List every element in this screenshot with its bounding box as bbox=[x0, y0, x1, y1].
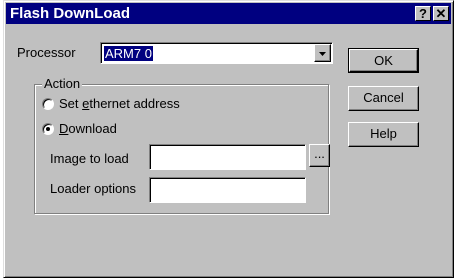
set-ethernet-label[interactable]: Set ethernet address bbox=[59, 96, 180, 111]
browse-button[interactable]: ... bbox=[309, 144, 330, 167]
processor-selected-value: ARM7 0 bbox=[104, 46, 153, 61]
loader-options-input[interactable] bbox=[149, 177, 306, 203]
download-suffix: ownload bbox=[68, 121, 117, 136]
ok-button-frame[interactable]: OK bbox=[348, 48, 419, 73]
image-to-load-input[interactable] bbox=[149, 144, 306, 170]
set-ethernet-suffix: thernet address bbox=[89, 96, 180, 111]
help-button[interactable]: Help bbox=[348, 122, 419, 147]
ok-button[interactable]: OK bbox=[349, 49, 418, 72]
loader-options-label: Loader options bbox=[50, 181, 137, 196]
set-ethernet-prefix: Set bbox=[59, 96, 83, 111]
flash-download-dialog: Flash DownLoad ? ✕ Processor ARM7 0 Acti… bbox=[3, 0, 454, 278]
action-group-title: Action bbox=[42, 76, 83, 91]
processor-dropdown-button[interactable] bbox=[314, 44, 331, 62]
title-bar[interactable]: Flash DownLoad ? ✕ bbox=[6, 3, 451, 24]
cancel-button[interactable]: Cancel bbox=[348, 86, 419, 111]
processor-label: Processor bbox=[17, 45, 76, 60]
download-radio-dot bbox=[46, 127, 50, 131]
download-label[interactable]: Download bbox=[59, 121, 117, 136]
dropdown-arrow-icon bbox=[319, 52, 326, 56]
window-title: Flash DownLoad bbox=[10, 5, 130, 22]
help-title-button[interactable]: ? bbox=[415, 6, 431, 21]
close-title-button[interactable]: ✕ bbox=[433, 6, 449, 21]
processor-combobox[interactable]: ARM7 0 bbox=[100, 42, 333, 64]
download-accel: D bbox=[59, 121, 69, 136]
set-ethernet-radio[interactable] bbox=[42, 98, 54, 110]
image-to-load-label: Image to load bbox=[50, 151, 129, 166]
download-radio[interactable] bbox=[42, 123, 54, 135]
